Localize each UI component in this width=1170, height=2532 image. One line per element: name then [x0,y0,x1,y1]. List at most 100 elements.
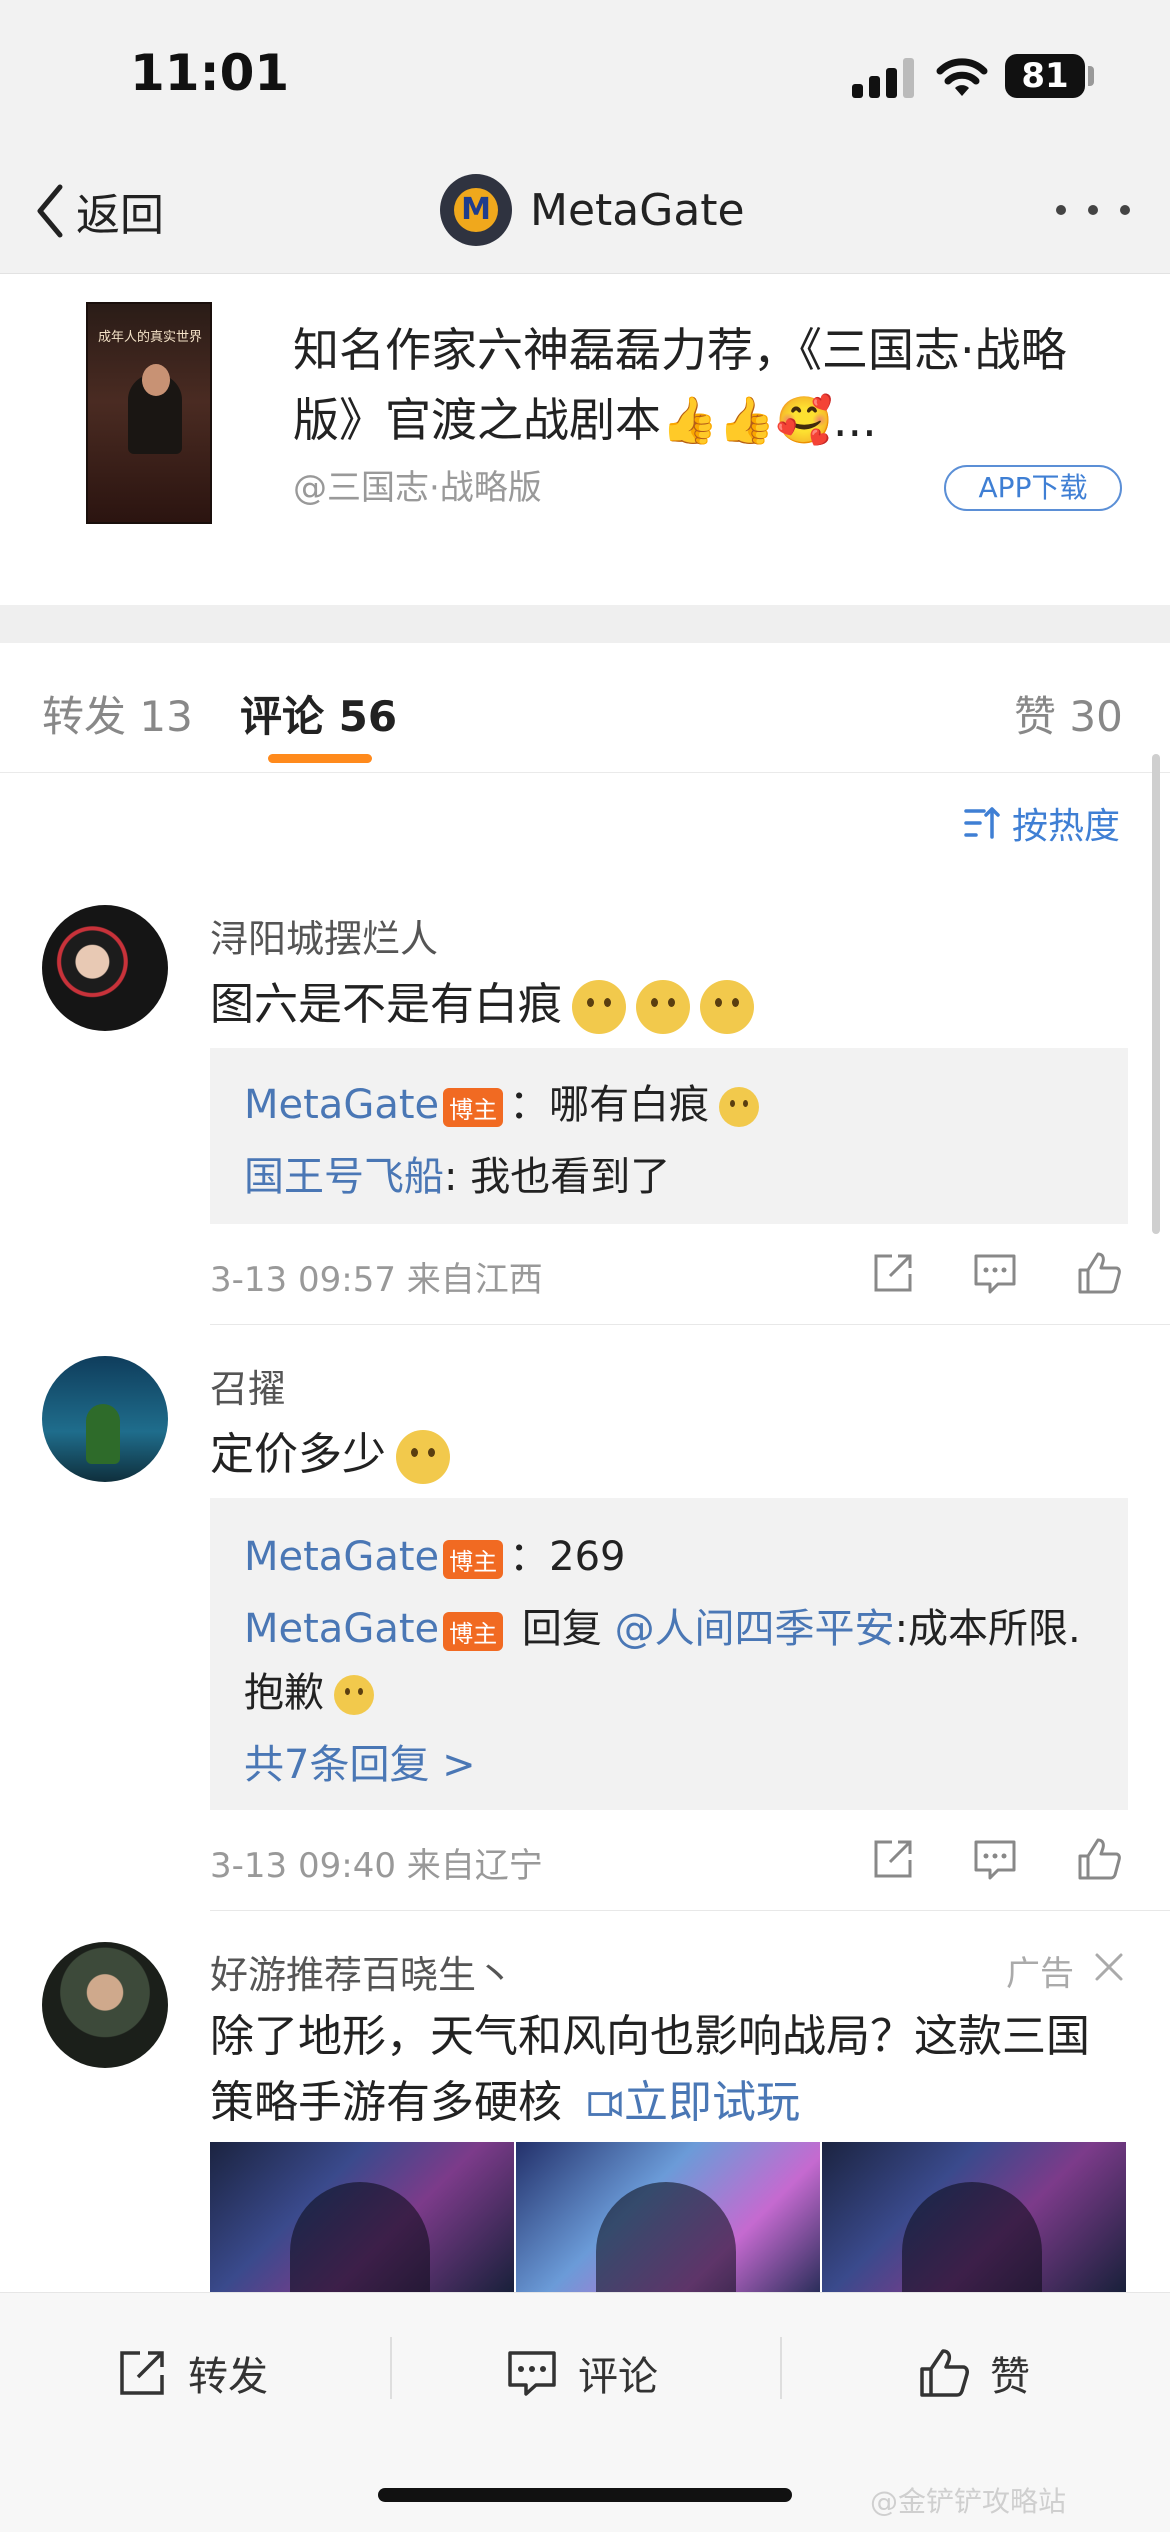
wifi-icon [936,58,988,96]
metagate-avatar: M [440,174,512,246]
comment-meta: 3-13 09:57 来自江西 [210,1260,543,1300]
nav-title: MetaGate [530,184,745,236]
ad-image[interactable] [516,2142,822,2292]
share-icon [120,2351,164,2395]
blush-emoji-icon [719,1087,760,1127]
signal-icon [852,58,914,98]
active-tab-indicator [268,754,372,763]
promoted-post-card[interactable]: 成年人的真实世界 知名作家六神磊磊力荐，《三国志·战略版》官渡之战剧本👍👍🥰..… [0,275,1170,605]
chevron-left-icon [37,184,63,238]
comment-actions [870,1250,1130,1300]
nav-profile[interactable]: M MetaGate [440,170,745,250]
share-icon[interactable] [870,1250,916,1296]
comment-button[interactable]: 评论 [506,2333,658,2413]
like-label: 赞 [990,2354,1030,2400]
status-bar: 11:01 81 [0,0,1170,150]
reply-item: MetaGate 博主 回复 @人间四季平安:成本所限. [244,1596,1081,1654]
replies-box[interactable]: MetaGate 博主 ：269 MetaGate 博主 回复 @人间四季平安:成本所… [210,1498,1128,1810]
view-more-replies-link[interactable]: 共7条回复 > [244,1732,476,1790]
divider [780,2337,782,2399]
comment-username[interactable]: 召擢 [210,1358,286,1413]
thumbnail-title: 成年人的真实世界 [97,330,202,345]
try-now-link[interactable]: 立即试玩 [576,2077,800,2128]
section-divider [0,605,1170,643]
reply-text: ：269 [509,1534,626,1580]
battery-indicator: 81 [1005,54,1085,98]
author-badge: 博主 [443,1611,504,1651]
doge-emoji-icon [700,980,754,1034]
more-dot-icon [1120,205,1130,215]
home-indicator[interactable] [378,2488,792,2502]
comment-username[interactable]: 浔阳城摆烂人 [210,908,438,963]
more-dot-icon [1056,205,1066,215]
comment-text-content: 图六是不是有白痕 [210,979,562,1030]
author-badge: 博主 [443,1539,504,1579]
tab-forwards[interactable]: 转发 13 [42,683,193,744]
forward-label: 转发 [188,2354,268,2400]
reply-username[interactable]: MetaGate [244,1082,439,1128]
more-options-button[interactable] [1056,198,1130,222]
reply-item: MetaGate 博主 ：269 [244,1524,625,1582]
comment-text-content: 定价多少 [210,1429,386,1480]
reply-prefix: 回复 [509,1606,615,1652]
reply-username[interactable]: 国王号飞船 [244,1154,444,1200]
share-icon[interactable] [870,1836,916,1882]
scrollbar[interactable] [1152,754,1160,1234]
ad-image[interactable] [210,2142,516,2292]
status-time: 11:01 [130,44,290,102]
ad-text-line: 策略手游有多硬核 立即试玩 [210,2066,800,2130]
reply-item: MetaGate 博主 ：哪有白痕 [244,1072,760,1130]
like-icon[interactable] [1076,1250,1122,1296]
tab-bar: 转发 13 评论 56 赞 30 [0,643,1170,773]
doge-emoji-icon [572,980,626,1034]
reply-text: : 我也看到了 [444,1154,671,1200]
ad-label: 广告 [1006,1954,1074,1994]
comment-text: 图六是不是有白痕 [210,968,754,1034]
mention-link[interactable]: @人间四季平安 [615,1606,895,1652]
comment-actions [870,1836,1130,1886]
ad-text-line: 除了地形，天气和风向也影响战局？这款三国 [210,2011,1090,2062]
play-link-icon [588,2091,622,2118]
like-button[interactable]: 赞 [918,2333,1030,2413]
try-now-label: 立即试玩 [624,2077,800,2128]
back-button[interactable]: 返回 [34,176,164,246]
ad-title: 知名作家六神磊磊力荐，《三国志·战略版》官渡之战剧本👍👍🥰... [293,323,1067,447]
sort-by-popularity-button[interactable]: 按热度 [962,798,1120,848]
forward-button[interactable]: 转发 [116,2333,268,2413]
replies-box[interactable]: MetaGate 博主 ：哪有白痕 国王号飞船: 我也看到了 [210,1048,1128,1224]
reply-text: 抱歉 [244,1670,324,1716]
like-icon [920,2349,969,2397]
ad-text-content: 策略手游有多硬核 [210,2077,562,2128]
app-download-button[interactable]: APP下载 [944,465,1122,511]
nav-bar: 返回 M MetaGate [0,150,1170,274]
divider [390,2337,392,2399]
watermark: @金铲铲攻略站 [870,2485,1067,2518]
sort-label: 按热度 [1012,806,1121,847]
user-avatar[interactable] [42,905,168,1031]
sort-icon [964,807,1000,839]
like-icon[interactable] [1076,1836,1122,1882]
close-icon[interactable] [1092,1950,1126,1984]
reply-text: ：哪有白痕 [509,1082,710,1128]
thumbnail-face [142,364,170,396]
comment-separator [210,1910,1170,1911]
ad-thumbnail[interactable]: 成年人的真实世界 [86,302,212,524]
comment-icon[interactable] [972,1250,1018,1296]
reply-username[interactable]: MetaGate [244,1606,439,1652]
comment-icon[interactable] [972,1836,1018,1882]
tab-likes[interactable]: 赞 30 [1014,683,1123,744]
comment-icon [508,2351,556,2396]
tab-comments[interactable]: 评论 56 [240,683,397,744]
ad-source: @三国志·战略版 [293,468,542,508]
back-label: 返回 [76,190,164,241]
comment-meta: 3-13 09:40 来自辽宁 [210,1846,543,1886]
advertiser-name[interactable]: 好游推荐百晓生丶 [210,1944,514,1999]
ad-image-strip[interactable] [210,2142,1128,2292]
advertiser-avatar[interactable] [42,1942,168,2068]
reply-continuation: 抱歉 [244,1660,374,1718]
user-avatar[interactable] [42,1356,168,1482]
ad-image[interactable] [822,2142,1128,2292]
author-badge: 博主 [443,1087,504,1127]
comment-text: 定价多少 [210,1418,450,1484]
reply-username[interactable]: MetaGate [244,1534,439,1580]
